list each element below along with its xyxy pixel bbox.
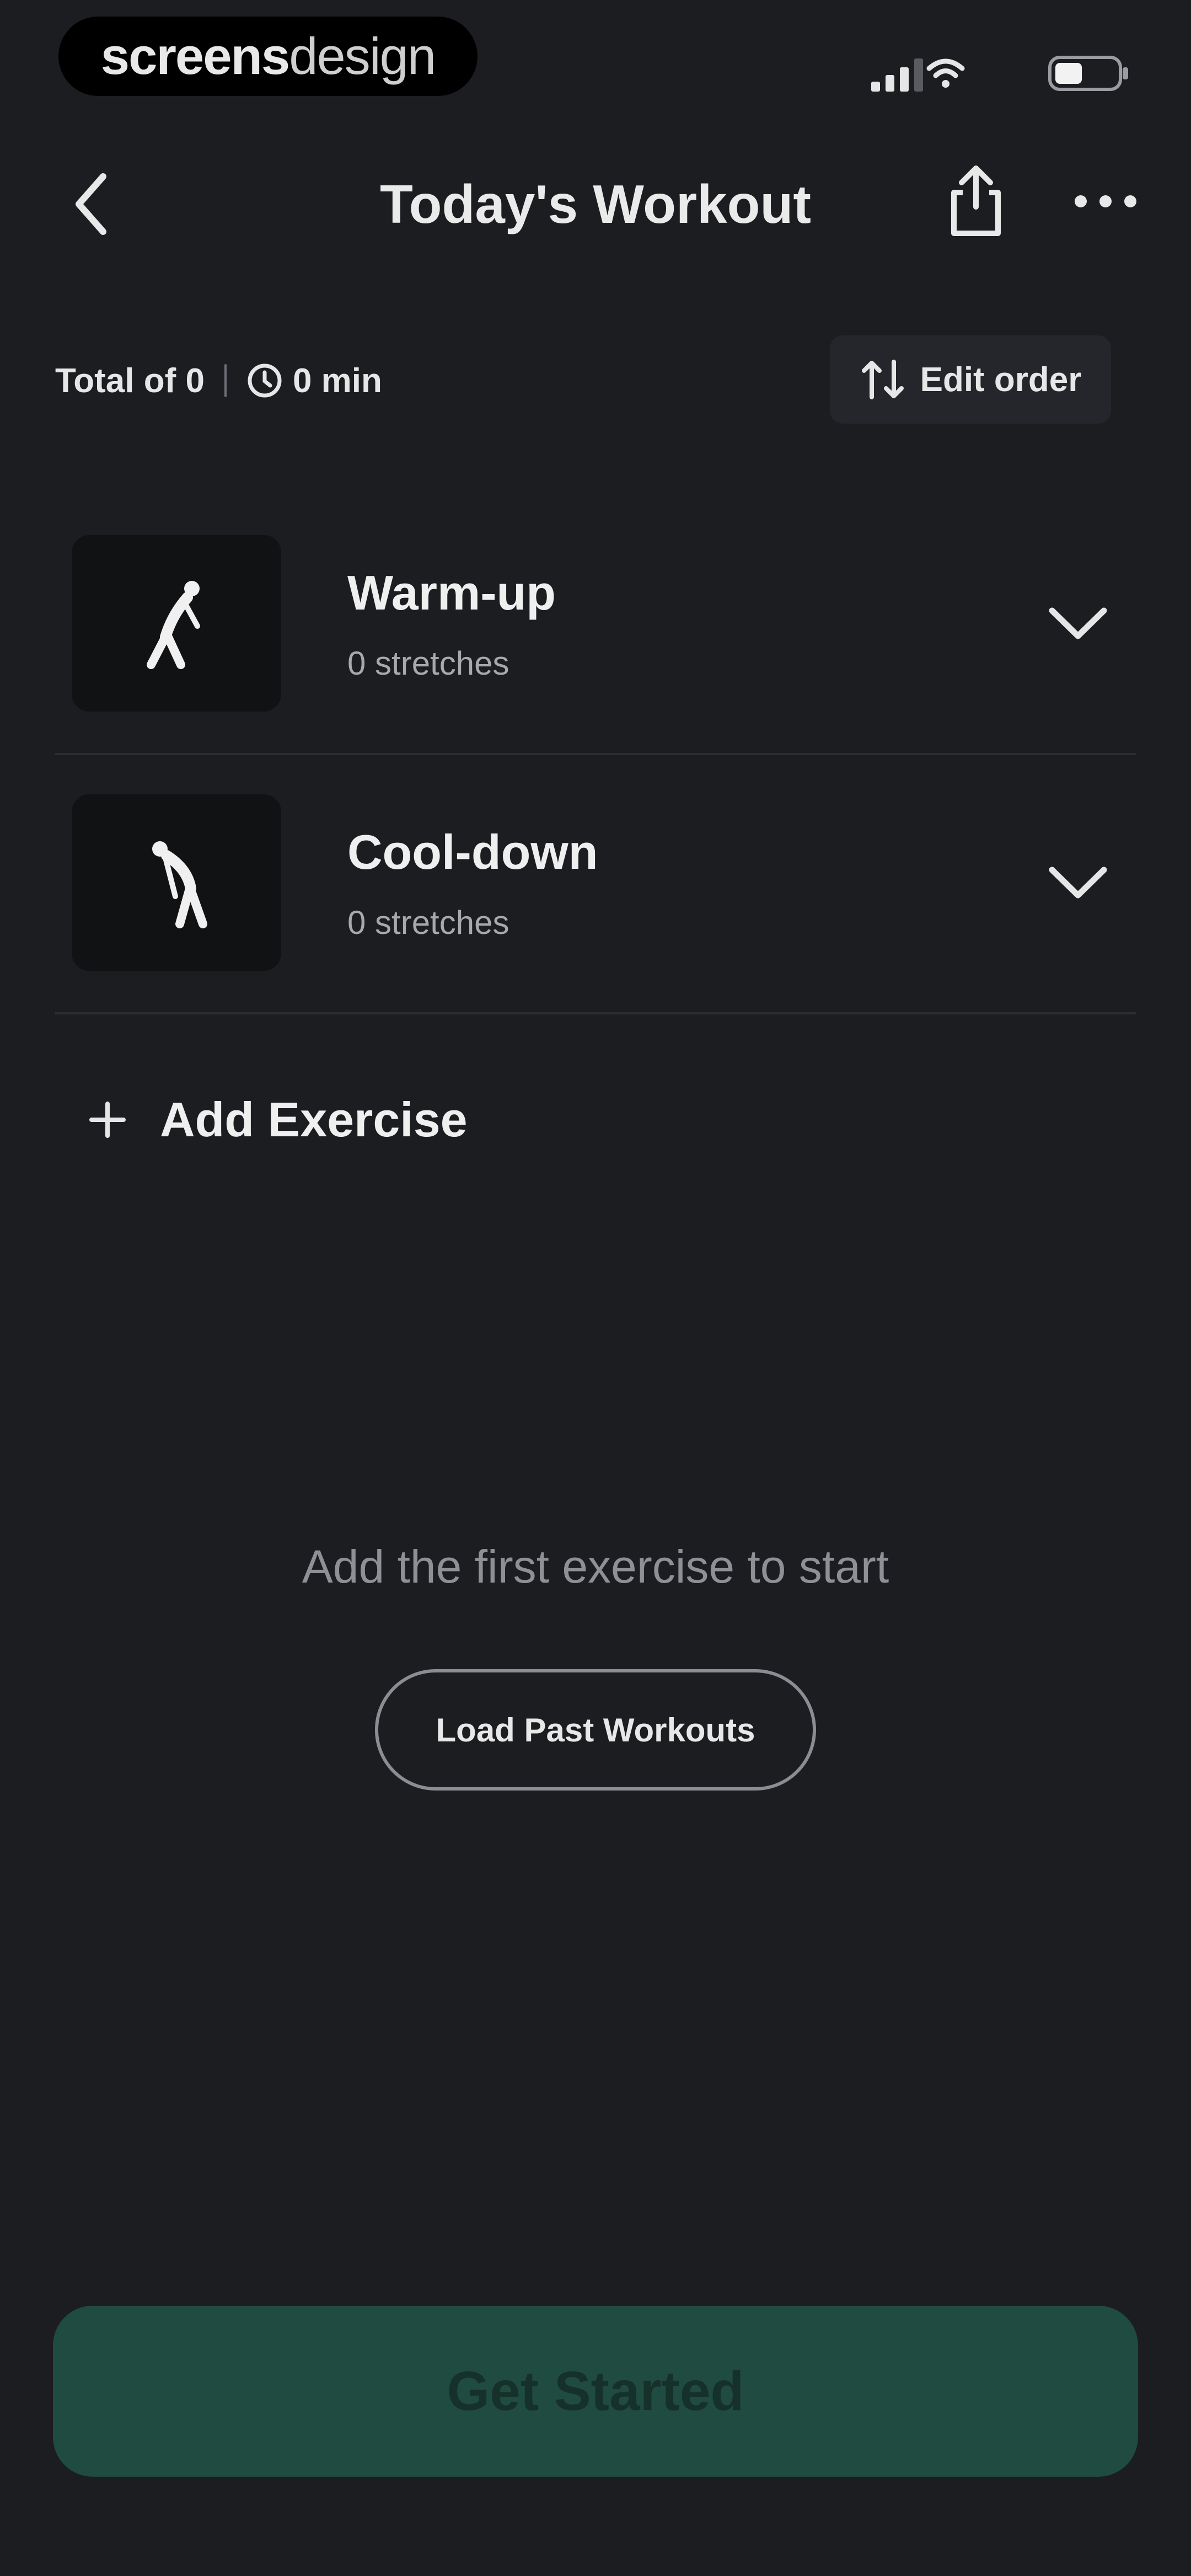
empty-state-message: Add the first exercise to start — [302, 1540, 889, 1592]
get-started-label: Get Started — [447, 2360, 744, 2422]
add-exercise-button[interactable]: Add Exercise — [88, 1081, 468, 1158]
section-subtitle: 0 stretches — [347, 644, 509, 682]
section-row-warm-up[interactable]: Warm-up 0 stretches — [55, 519, 1136, 728]
more-button[interactable] — [1070, 171, 1141, 232]
stretch-figure-icon — [152, 841, 207, 928]
expand-cool-down-button[interactable] — [1042, 852, 1114, 913]
section-subtitle: 0 stretches — [347, 904, 509, 941]
share-icon — [951, 165, 1001, 236]
load-past-workouts-button[interactable]: Load Past Workouts — [375, 1669, 816, 1791]
plus-icon — [89, 1102, 126, 1138]
chevron-down-icon — [1049, 867, 1107, 899]
summary-divider — [224, 364, 227, 397]
section-title: Cool-down — [347, 824, 598, 879]
section-row-cool-down[interactable]: Cool-down 0 stretches — [55, 778, 1136, 987]
brand-light-text: design — [289, 27, 436, 85]
row-divider — [55, 753, 1136, 755]
more-icon — [1075, 195, 1136, 207]
back-button[interactable] — [61, 165, 121, 243]
section-title: Warm-up — [347, 565, 556, 620]
add-exercise-label: Add Exercise — [160, 1092, 468, 1147]
wifi-icon — [926, 58, 965, 88]
clock-icon — [248, 364, 282, 398]
warm-up-thumbnail — [72, 535, 281, 712]
stretch-figure-icon — [147, 581, 200, 669]
row-divider — [55, 1012, 1136, 1014]
sort-icon — [861, 360, 904, 399]
share-button[interactable] — [937, 160, 1015, 243]
expand-warm-up-button[interactable] — [1042, 593, 1114, 654]
get-started-button[interactable]: Get Started — [53, 2306, 1138, 2477]
chevron-left-icon — [76, 173, 106, 235]
total-time: 0 min — [246, 361, 382, 400]
signal-icon — [871, 58, 923, 92]
load-past-workouts-label: Load Past Workouts — [436, 1711, 755, 1749]
workout-summary: Total of 0 0 min — [55, 348, 382, 414]
total-time-value: 0 min — [292, 361, 382, 400]
battery-icon — [1048, 56, 1128, 91]
edit-order-label: Edit order — [920, 360, 1082, 399]
edit-order-button[interactable]: Edit order — [830, 335, 1111, 424]
page-title: Today's Workout — [380, 173, 811, 234]
total-exercises: Total of 0 — [55, 361, 205, 400]
status-icons — [871, 49, 1130, 92]
cool-down-thumbnail — [72, 794, 281, 971]
chevron-down-icon — [1049, 607, 1107, 639]
brand-watermark: screens design — [58, 17, 478, 96]
brand-strong-text: screens — [100, 27, 290, 85]
